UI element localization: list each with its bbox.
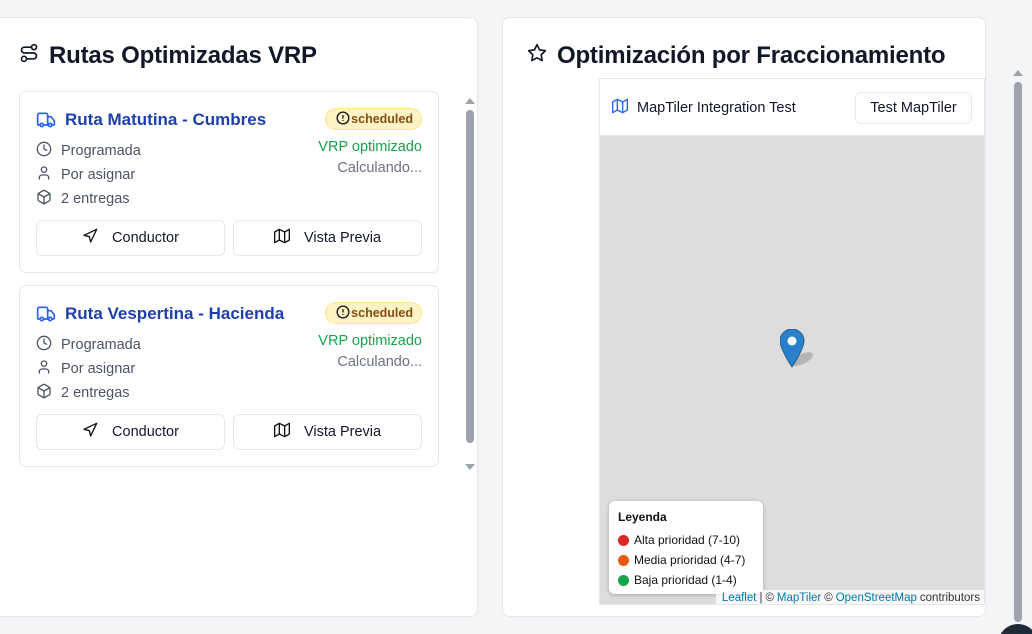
truck-icon: [36, 304, 56, 324]
schedule-row: Programada: [36, 141, 141, 161]
vrp-status: VRP optimizado: [318, 333, 422, 349]
route-name-link[interactable]: Ruta Matutina - Cumbres: [65, 110, 266, 130]
legend-item-low: Baja prioridad (1-4): [618, 570, 754, 590]
truck-icon: [36, 110, 56, 130]
legend-item-medium: Media prioridad (4-7): [618, 550, 754, 570]
deliveries-text: 2 entregas: [61, 385, 130, 401]
map-header-title-text: MapTiler Integration Test: [637, 100, 796, 116]
legend-label: Baja prioridad (1-4): [634, 573, 737, 587]
legend-label: Alta prioridad (7-10): [634, 533, 741, 547]
map-attribution: Leaflet | © MapTiler © OpenStreetMap con…: [715, 590, 984, 604]
copyright-symbol: ©: [824, 592, 833, 604]
driver-row: Por asignar: [36, 165, 135, 185]
legend-item-high: Alta prioridad (7-10): [618, 530, 754, 550]
deliveries-row: 2 entregas: [36, 383, 130, 403]
clock-icon: [36, 335, 52, 355]
route-card: Ruta Matutina - Cumbres scheduled Progra…: [19, 91, 439, 273]
scroll-up-arrow[interactable]: [465, 98, 475, 104]
contributors-text: contributors: [919, 592, 980, 604]
map-icon: [273, 422, 290, 442]
driver-text: Por asignar: [61, 167, 136, 183]
navigation-icon: [82, 228, 98, 248]
map-widget: MapTiler Integration Test Test MapTiler …: [599, 78, 985, 605]
alert-circle-icon: [336, 305, 350, 322]
page-scrollbar-thumb[interactable]: [1014, 82, 1022, 622]
alert-circle-icon: [336, 111, 350, 128]
package-icon: [36, 189, 52, 209]
preview-button[interactable]: Vista Previa: [233, 414, 422, 450]
star-icon: [527, 42, 547, 70]
deliveries-text: 2 entregas: [61, 191, 130, 207]
map-header: MapTiler Integration Test Test MapTiler: [600, 79, 984, 136]
conductor-button[interactable]: Conductor: [36, 220, 225, 256]
map-icon: [612, 98, 628, 118]
user-icon: [36, 165, 52, 185]
user-icon: [36, 359, 52, 379]
high-priority-dot: [618, 534, 629, 546]
scroll-down-arrow[interactable]: [465, 464, 475, 470]
package-icon: [36, 383, 52, 403]
route-card: Ruta Vespertina - Hacienda scheduled Pro…: [19, 285, 439, 467]
routes-panel-title-text: Rutas Optimizadas VRP: [49, 42, 317, 69]
map-marker-icon[interactable]: [780, 329, 820, 371]
leaflet-link[interactable]: Leaflet: [722, 592, 757, 604]
test-maptiler-button[interactable]: Test MapTiler: [855, 92, 972, 124]
map-icon: [273, 228, 290, 248]
status-badge-label: scheduled: [351, 306, 413, 320]
scrollbar-thumb[interactable]: [466, 110, 474, 443]
routes-panel: Rutas Optimizadas VRP Ruta Matutina - Cu…: [0, 17, 478, 617]
calc-status: Calculando...: [337, 354, 422, 370]
map-header-title: MapTiler Integration Test: [612, 98, 796, 118]
navigation-icon: [82, 422, 98, 442]
status-badge-label: scheduled: [351, 112, 413, 126]
clock-icon: [36, 141, 52, 161]
fraccionamiento-panel-title-text: Optimización por Fraccionamiento: [557, 42, 946, 69]
route-header: Ruta Vespertina - Hacienda: [36, 304, 284, 324]
calc-status: Calculando...: [337, 160, 422, 176]
status-badge: scheduled: [325, 302, 422, 324]
fraccionamiento-panel: Optimización por Fraccionamiento MapTile…: [502, 17, 986, 617]
schedule-text: Programada: [61, 337, 141, 353]
schedule-text: Programada: [61, 143, 141, 159]
page-scroll-up-arrow[interactable]: [1013, 70, 1023, 76]
legend-title: Leyenda: [618, 510, 667, 524]
preview-button-label: Vista Previa: [303, 230, 382, 246]
copyright-symbol: ©: [765, 592, 774, 604]
conductor-button-label: Conductor: [112, 230, 179, 246]
low-priority-dot: [618, 574, 629, 586]
maptiler-link[interactable]: MapTiler: [777, 592, 821, 604]
driver-text: Por asignar: [61, 361, 136, 377]
fraccionamiento-panel-title: Optimización por Fraccionamiento: [527, 42, 946, 70]
floating-widget[interactable]: [998, 624, 1032, 634]
conductor-button-label: Conductor: [112, 424, 179, 440]
legend-label: Media prioridad (4-7): [634, 553, 746, 567]
status-badge: scheduled: [325, 108, 422, 130]
routes-panel-title: Rutas Optimizadas VRP: [19, 42, 317, 70]
deliveries-row: 2 entregas: [36, 189, 130, 209]
openstreetmap-link[interactable]: OpenStreetMap: [836, 592, 917, 604]
route-name-link[interactable]: Ruta Vespertina - Hacienda: [65, 304, 284, 324]
conductor-button[interactable]: Conductor: [36, 414, 225, 450]
map-canvas[interactable]: Leyenda Alta prioridad (7-10) Media prio…: [600, 136, 984, 604]
route-header: Ruta Matutina - Cumbres: [36, 110, 266, 130]
map-legend: Leyenda Alta prioridad (7-10) Media prio…: [609, 501, 763, 594]
driver-row: Por asignar: [36, 359, 135, 379]
preview-button[interactable]: Vista Previa: [233, 220, 422, 256]
attribution-separator: |: [759, 592, 763, 604]
medium-priority-dot: [618, 554, 629, 566]
routes-scrollbar[interactable]: [465, 98, 475, 470]
schedule-row: Programada: [36, 335, 141, 355]
preview-button-label: Vista Previa: [303, 424, 382, 440]
vrp-status: VRP optimizado: [318, 139, 422, 155]
route-icon: [19, 42, 39, 70]
